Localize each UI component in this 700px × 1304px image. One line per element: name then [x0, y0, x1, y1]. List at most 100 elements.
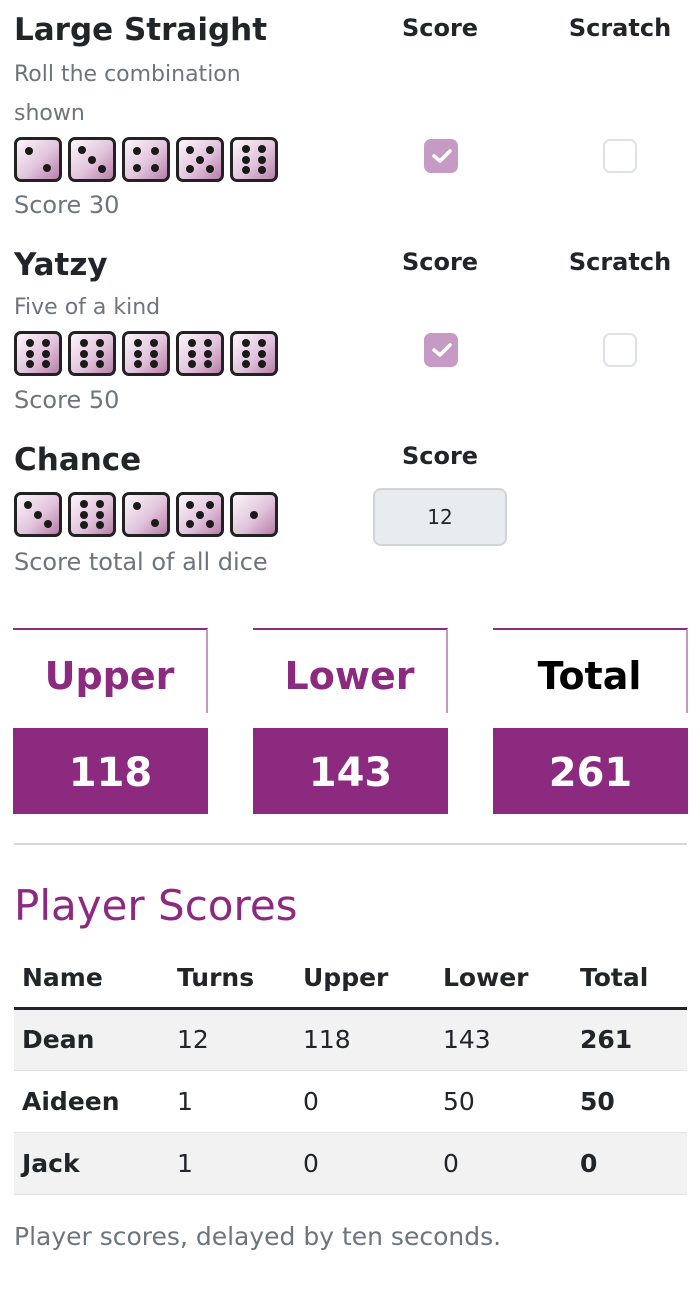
check-icon [432, 343, 452, 357]
die-pip [241, 166, 250, 175]
player-lower: 0 [435, 1132, 572, 1195]
die-pip [204, 349, 213, 358]
die-pip [258, 360, 267, 369]
die-pip [151, 519, 160, 528]
die-pip [96, 510, 105, 519]
dice-row [14, 492, 278, 537]
check-icon [432, 149, 452, 163]
scratch-column-header: Scratch [568, 248, 672, 276]
table-row: Jack 1 0 0 0 [14, 1132, 687, 1195]
die-pip [132, 146, 141, 155]
die-pip [250, 510, 258, 519]
category-title: Chance [14, 442, 142, 478]
score-checkbox[interactable] [424, 139, 458, 173]
die-6-icon [230, 331, 278, 376]
player-turns: 1 [169, 1070, 295, 1133]
lower-total-label: Lower [253, 628, 448, 713]
score-column-header: Score [401, 442, 479, 470]
die-pip [150, 338, 159, 347]
die-pip [206, 501, 215, 510]
column-header-name: Name [14, 948, 169, 1010]
category-description: Roll the combination shown [14, 62, 241, 126]
die-pip [44, 519, 53, 528]
category-title: Large Straight [14, 12, 268, 48]
die-pip [241, 155, 250, 164]
die-pip [42, 360, 51, 369]
die-pip [25, 360, 34, 369]
category-score: Score 50 [14, 386, 120, 414]
die-pip [96, 499, 105, 508]
scratch-checkbox[interactable] [603, 139, 637, 173]
player-scores-table: Name Turns Upper Lower Total Dean 12 118… [14, 948, 687, 1195]
die-pip [206, 146, 215, 155]
player-total: 261 [572, 1008, 687, 1071]
scratch-checkbox[interactable] [603, 333, 637, 367]
die-pip [241, 349, 250, 358]
die-6-icon [68, 331, 116, 376]
die-pip [204, 338, 213, 347]
die-pip [79, 499, 88, 508]
score-checkbox[interactable] [424, 333, 458, 367]
player-lower: 50 [435, 1070, 572, 1133]
player-total: 50 [572, 1070, 687, 1133]
category-chance: Chance Score Score total of all dice [14, 440, 687, 585]
score-column-header: Score [401, 248, 479, 276]
die-pip [96, 360, 105, 369]
die-pip [187, 349, 196, 358]
die-pip [206, 164, 215, 173]
die-pip [79, 338, 88, 347]
player-total: 0 [572, 1132, 687, 1195]
die-pip [258, 155, 267, 164]
die-pip [23, 501, 32, 510]
score-column-header: Score [401, 14, 479, 42]
die-pip [150, 349, 159, 358]
table-header-row: Name Turns Upper Lower Total [14, 948, 687, 1010]
scratch-column-header: Scratch [568, 14, 672, 42]
die-3-icon [68, 137, 116, 182]
category-description: Five of a kind [14, 295, 161, 320]
die-pip [241, 360, 250, 369]
table-row: Dean 12 118 143 261 [14, 1008, 687, 1071]
die-pip [204, 360, 213, 369]
die-6-icon [14, 331, 62, 376]
die-pip [206, 519, 215, 528]
die-pip [77, 146, 86, 155]
chance-score-input[interactable] [373, 488, 507, 546]
die-pip [133, 338, 142, 347]
die-pip [24, 146, 33, 155]
die-6-icon [68, 492, 116, 537]
player-name: Dean [14, 1008, 169, 1071]
grand-total-label: Total [493, 628, 688, 713]
table-row: Aideen 1 0 50 50 [14, 1070, 687, 1133]
die-pip [96, 349, 105, 358]
die-pip [187, 338, 196, 347]
upper-total-value: 118 [13, 728, 208, 814]
column-header-lower: Lower [435, 948, 572, 1010]
die-pip [187, 360, 196, 369]
die-pip [185, 519, 194, 528]
die-pip [96, 338, 105, 347]
die-pip [258, 349, 267, 358]
die-2-icon [122, 492, 170, 537]
die-pip [185, 501, 194, 510]
die-pip [151, 164, 160, 173]
die-pip [34, 510, 42, 519]
category-large-straight: Large Straight Roll the combination show… [14, 10, 687, 225]
die-6-icon [122, 331, 170, 376]
player-upper: 0 [295, 1132, 435, 1195]
player-turns: 12 [169, 1008, 295, 1071]
die-pip [79, 349, 88, 358]
die-pip [241, 144, 250, 153]
die-pip [132, 164, 141, 173]
die-pip [25, 338, 34, 347]
die-1-icon [230, 492, 278, 537]
lower-total-box: Lower 143 [253, 628, 448, 814]
dice-row [14, 331, 278, 376]
player-turns: 1 [169, 1132, 295, 1195]
player-upper: 0 [295, 1070, 435, 1133]
player-scores-footnote: Player scores, delayed by ten seconds. [14, 1222, 502, 1251]
die-5-icon [176, 137, 224, 182]
upper-total-box: Upper 118 [13, 628, 208, 814]
category-description: Score total of all dice [14, 548, 268, 576]
upper-total-label: Upper [13, 628, 208, 713]
